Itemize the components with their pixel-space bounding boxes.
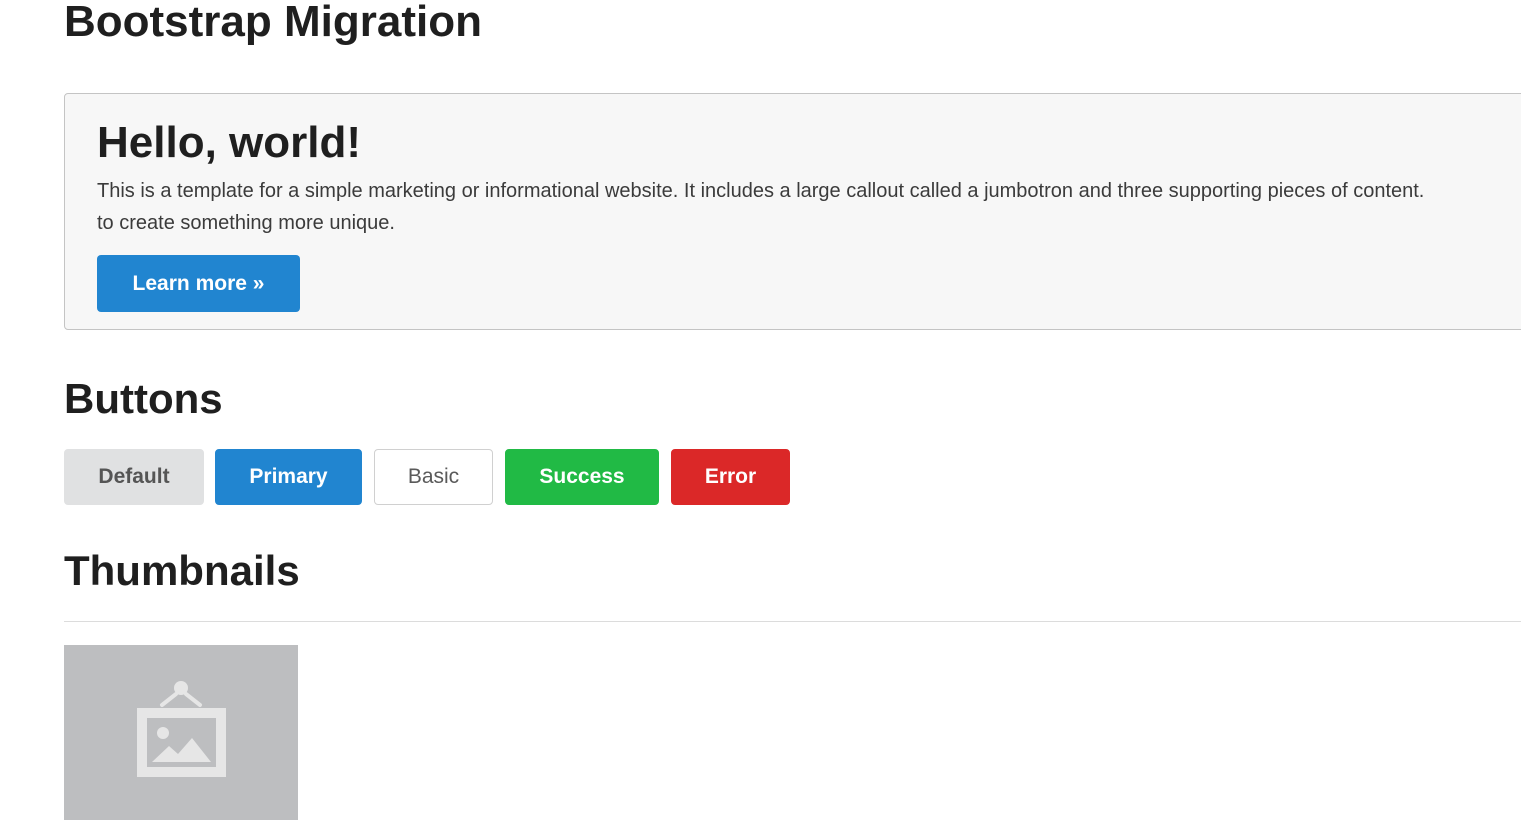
primary-button[interactable]: Primary <box>215 449 362 505</box>
default-button[interactable]: Default <box>64 449 204 505</box>
basic-button[interactable]: Basic <box>374 449 493 505</box>
learn-more-button[interactable]: Learn more » <box>97 255 300 312</box>
jumbotron-heading: Hello, world! <box>97 118 361 167</box>
page: Bootstrap Migration Hello, world! This i… <box>0 0 1521 820</box>
thumbnails-section-title: Thumbnails <box>64 547 300 594</box>
jumbotron-text-line-2: to create something more unique. <box>97 212 395 234</box>
error-button[interactable]: Error <box>671 449 790 505</box>
buttons-section-title: Buttons <box>64 375 223 422</box>
success-button[interactable]: Success <box>505 449 659 505</box>
section-divider <box>64 621 1521 622</box>
image-placeholder-icon <box>137 681 226 777</box>
thumbnail[interactable] <box>64 645 298 820</box>
jumbotron-text: This is a template for a simple marketin… <box>97 175 1521 239</box>
jumbotron: Hello, world! This is a template for a s… <box>64 93 1521 330</box>
jumbotron-text-line-1: This is a template for a simple marketin… <box>97 180 1425 202</box>
page-title: Bootstrap Migration <box>64 0 482 46</box>
